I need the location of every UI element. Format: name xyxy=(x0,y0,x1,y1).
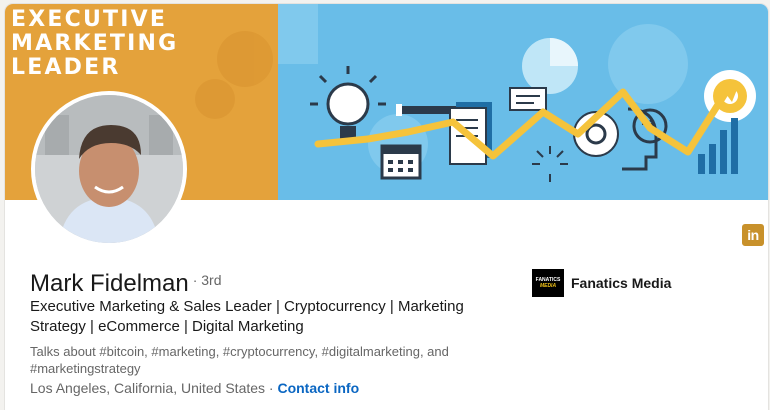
connection-degree: · 3rd xyxy=(192,272,222,288)
profile-card: EXECUTIVE MARKETING LEADER in Mark Fidel… xyxy=(5,4,768,410)
company-logo-text-2: MEDIA xyxy=(539,283,557,289)
company-logo: FANATICS MEDIA xyxy=(532,269,564,297)
gear-head-icon xyxy=(573,107,668,171)
profile-name-row: Mark Fidelman · 3rd xyxy=(30,270,222,298)
burst-icon xyxy=(532,146,568,182)
banner-infographic xyxy=(278,4,768,200)
profile-name: Mark Fidelman xyxy=(30,270,189,297)
profile-location: Los Angeles, California, United States · xyxy=(30,380,274,396)
talks-about: Talks about #bitcoin, #marketing, #crypt… xyxy=(30,344,449,376)
calendar-icon xyxy=(380,144,422,180)
chat-bubble-icon xyxy=(509,87,547,111)
profile-avatar[interactable] xyxy=(31,91,187,247)
contact-info-link[interactable]: Contact info xyxy=(277,380,359,396)
company-name[interactable]: Fanatics Media xyxy=(571,275,671,291)
linkedin-icon[interactable]: in xyxy=(742,224,764,246)
profile-photo xyxy=(35,95,183,243)
current-company[interactable]: FANATICS MEDIA Fanatics Media xyxy=(532,269,671,297)
profile-headline: Executive Marketing & Sales Leader | Cry… xyxy=(30,298,464,335)
location-row: Los Angeles, California, United States ·… xyxy=(30,380,359,396)
pie-chart-icon xyxy=(522,38,578,94)
marketing-infographic-illustration xyxy=(278,4,756,182)
